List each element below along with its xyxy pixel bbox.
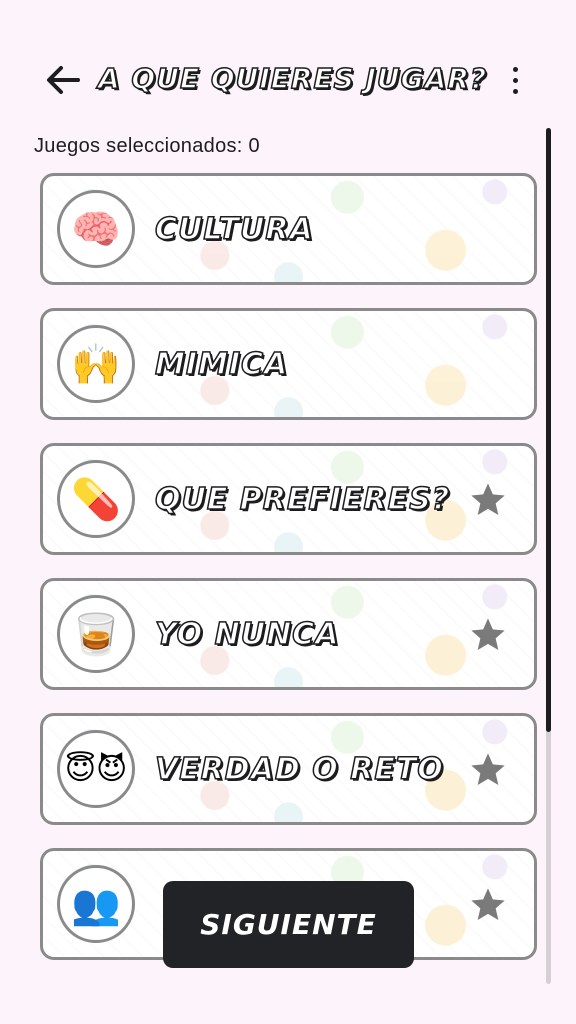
game-card-cultura[interactable]: 🧠 CULTURA (40, 173, 537, 285)
game-selection-screen: A QUE QUIERES JUGAR? Juegos seleccionado… (0, 0, 576, 1024)
scrollbar-thumb[interactable] (546, 128, 551, 732)
game-card-yo-nunca[interactable]: 🥃 YO NUNCA (40, 578, 537, 690)
crowd-icon: 👥 (57, 865, 135, 943)
page-title: A QUE QUIERES JUGAR? (97, 61, 488, 96)
game-card-mimica[interactable]: 🙌 MIMICA (40, 308, 537, 420)
pills-icon: 💊 (57, 460, 135, 538)
angel-devil-icon: 😇😈 (57, 730, 135, 808)
arrow-left-icon (47, 66, 80, 94)
more-vertical-icon (512, 66, 518, 72)
more-options-button[interactable] (500, 60, 530, 100)
next-button-label: SIGUIENTE (200, 908, 377, 941)
game-card-verdad-o-reto[interactable]: 😇😈 VERDAD O RETO (40, 713, 537, 825)
star-icon[interactable] (468, 750, 508, 790)
more-vertical-icon-dot (512, 88, 518, 94)
game-label: QUE PREFIERES? (154, 481, 451, 518)
next-button[interactable]: SIGUIENTE (163, 881, 414, 968)
game-label: MIMICA (154, 346, 289, 383)
brain-icon: 🧠 (57, 190, 135, 268)
games-list: 🧠 CULTURA 🙌 MIMICA 💊 QUE PREFIERES? 🥃 YO… (40, 173, 537, 983)
game-label: YO NUNCA (154, 616, 340, 653)
top-bar: A QUE QUIERES JUGAR? (0, 48, 576, 112)
star-icon[interactable] (468, 480, 508, 520)
raised-hands-icon: 🙌 (57, 325, 135, 403)
more-vertical-icon-dot (512, 77, 518, 83)
star-icon[interactable] (468, 615, 508, 655)
star-icon[interactable] (468, 885, 508, 925)
drink-glass-icon: 🥃 (57, 595, 135, 673)
back-button[interactable] (40, 60, 86, 100)
selected-games-count: Juegos seleccionados: 0 (34, 135, 260, 157)
game-label: CULTURA (154, 211, 314, 248)
game-card-que-prefieres[interactable]: 💊 QUE PREFIERES? (40, 443, 537, 555)
game-label: VERDAD O RETO (154, 751, 444, 788)
